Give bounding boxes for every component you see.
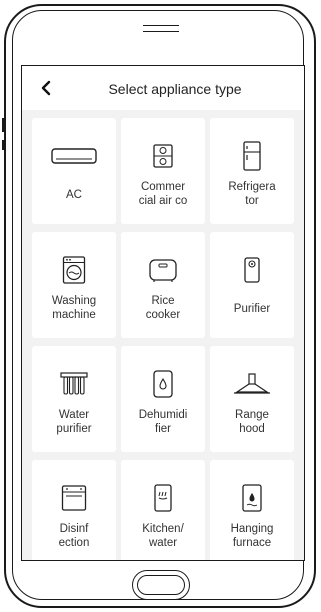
refrigerator-icon	[210, 136, 294, 176]
appliance-label: Kitchen/ water	[142, 523, 184, 549]
appliance-tile-hanging-furnace[interactable]: Hanging furnace	[210, 460, 294, 560]
appliance-tile-refrigerator[interactable]: Refrigera tor	[210, 118, 294, 224]
appliance-tile-ac[interactable]: AC	[32, 118, 116, 224]
washing-machine-icon	[32, 250, 116, 290]
range-hood-icon	[210, 364, 294, 404]
appliance-label: Rice cooker	[145, 295, 181, 321]
side-button	[2, 118, 5, 132]
page-title: Select appliance type	[108, 81, 242, 97]
app-screen: Select appliance type AC Commer cial air…	[21, 65, 305, 561]
appliance-label: Water purifier	[56, 409, 92, 435]
air-conditioner-icon	[32, 136, 116, 176]
speaker-grille	[143, 25, 179, 32]
kitchen-water-heater-icon	[121, 478, 205, 518]
appliance-label: Purifier	[233, 303, 271, 315]
appliance-tile-range-hood[interactable]: Range hood	[210, 346, 294, 452]
hanging-furnace-icon	[210, 478, 294, 518]
appliance-tile-dehumidifier[interactable]: Dehumidi fier	[121, 346, 205, 452]
appliance-label: Hanging furnace	[230, 523, 274, 549]
appliance-tile-disinfection[interactable]: Disinf ection	[32, 460, 116, 560]
appliance-tile-rice-cooker[interactable]: Rice cooker	[121, 232, 205, 338]
appliance-tile-washing-machine[interactable]: Washing machine	[32, 232, 116, 338]
appliance-tile-water-purifier[interactable]: Water purifier	[32, 346, 116, 452]
appliance-tile-commercial-air-co[interactable]: Commer cial air co	[121, 118, 205, 224]
rice-cooker-icon	[121, 250, 205, 290]
appliance-label: Refrigera tor	[228, 181, 276, 207]
appliance-label: Disinf ection	[58, 523, 90, 549]
dehumidifier-icon	[121, 364, 205, 404]
appliance-label: Range hood	[235, 409, 269, 435]
appliance-tile-purifier[interactable]: Purifier	[210, 232, 294, 338]
appliance-tile-kitchen-water[interactable]: Kitchen/ water	[121, 460, 205, 560]
appliance-label: AC	[66, 189, 82, 201]
appliance-label: Dehumidi fier	[138, 409, 188, 435]
appliance-label: Washing machine	[51, 295, 97, 321]
commercial-air-conditioner-icon	[121, 136, 205, 176]
home-button[interactable]	[132, 570, 190, 600]
water-purifier-icon	[32, 364, 116, 404]
disinfection-cabinet-icon	[32, 478, 116, 518]
app-header: Select appliance type	[22, 66, 304, 110]
air-purifier-icon	[210, 250, 294, 290]
appliance-label: Commer cial air co	[138, 181, 188, 207]
side-button	[2, 140, 5, 150]
